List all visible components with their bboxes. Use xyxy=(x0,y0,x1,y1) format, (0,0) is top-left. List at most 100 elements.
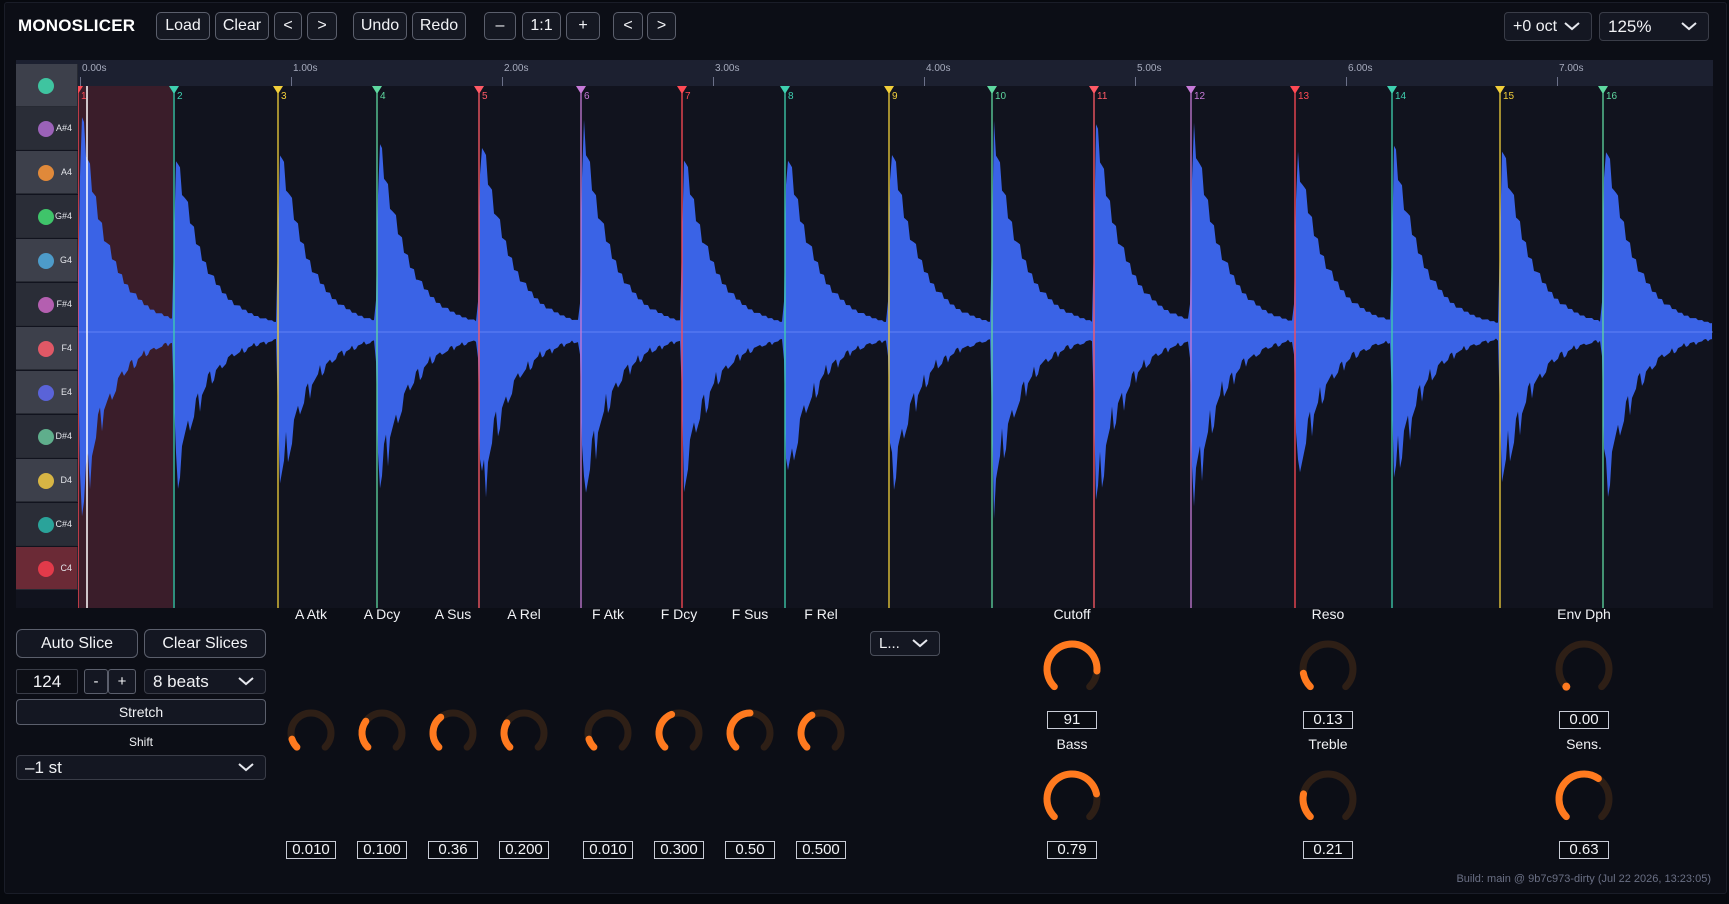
auto-slice-button[interactable]: Auto Slice xyxy=(16,629,138,658)
filter-value[interactable]: 0.63 xyxy=(1559,841,1609,859)
filter-value[interactable]: 0.00 xyxy=(1559,711,1609,729)
envelope-knob[interactable] xyxy=(426,706,480,760)
piano-key[interactable]: C4 xyxy=(16,547,78,590)
zoom-reset-button[interactable]: 1:1 xyxy=(522,12,561,40)
key-color-dot xyxy=(38,297,54,313)
envelope-value[interactable]: 0.200 xyxy=(499,841,549,859)
knob-track xyxy=(1555,640,1613,691)
piano-key[interactable]: A#4 xyxy=(16,107,78,150)
key-color-dot xyxy=(38,517,54,533)
nav-prev-button[interactable]: < xyxy=(613,12,643,40)
waveform-panel[interactable]: 0.00s 1.00s 2.00s 3.00s 4.00s 5.00s 6.00s 7.00s… xyxy=(16,60,1713,608)
slice-number: 12 xyxy=(1194,91,1206,102)
envelope-label: A Rel xyxy=(507,606,541,622)
piano-key[interactable]: G4 xyxy=(16,239,78,282)
filter-type-dropdown[interactable]: L... xyxy=(870,631,940,656)
beats-dropdown[interactable]: 8 beats xyxy=(144,669,266,694)
envelope-knob[interactable] xyxy=(794,706,848,760)
slice-number: 7 xyxy=(685,91,691,102)
envelope-knob[interactable] xyxy=(497,706,551,760)
timeline-ruler[interactable]: 0.00s 1.00s 2.00s 3.00s 4.00s 5.00s 6.00s 7.00s xyxy=(16,60,1713,86)
key-color-dot xyxy=(38,473,54,489)
piano-key[interactable]: E4 xyxy=(16,371,78,414)
envelope-knob[interactable] xyxy=(723,706,777,760)
beats-value: 8 beats xyxy=(153,671,209,691)
envelope-value[interactable]: 0.010 xyxy=(583,841,633,859)
envelope-value[interactable]: 0.50 xyxy=(725,841,775,859)
envelope-label: F Sus xyxy=(731,606,769,622)
envelope-knob[interactable] xyxy=(581,706,635,760)
filter-value[interactable]: 0.13 xyxy=(1303,711,1353,729)
envelope-label: F Atk xyxy=(592,606,624,622)
waveform-display[interactable]: 1 2 3 4 5 6 7 8 9 10 11 12 13 14 15 16 xyxy=(78,86,1713,608)
key-note-label: C4 xyxy=(60,563,72,573)
filter-label: Sens. xyxy=(1566,736,1602,752)
envelope-value[interactable]: 0.500 xyxy=(796,841,846,859)
key-color-dot xyxy=(38,165,54,181)
next-button[interactable]: > xyxy=(307,12,337,40)
timeline-tick xyxy=(502,77,503,86)
filter-knob[interactable] xyxy=(1040,637,1104,701)
envelope-label: F Rel xyxy=(804,606,838,622)
knob-value-arc xyxy=(358,717,372,751)
shift-dropdown[interactable]: –1 st xyxy=(16,755,266,780)
envelope-knob[interactable] xyxy=(652,706,706,760)
filter-knob[interactable] xyxy=(1040,767,1104,831)
envelope-value[interactable]: 0.300 xyxy=(654,841,704,859)
shift-label: Shift xyxy=(128,735,153,749)
bpm-input[interactable]: 124 xyxy=(16,669,78,694)
timeline-label: 7.00s xyxy=(1559,63,1584,74)
filter-knob[interactable] xyxy=(1552,637,1616,701)
key-note-label: G#4 xyxy=(54,211,72,221)
undo-button[interactable]: Undo xyxy=(353,12,407,40)
zoom-level-dropdown[interactable]: 125% xyxy=(1599,12,1709,41)
envelope-value[interactable]: 0.36 xyxy=(428,841,478,859)
timeline-label: 4.00s xyxy=(926,63,951,74)
knob-value-arc xyxy=(429,713,445,751)
filter-knob[interactable] xyxy=(1552,767,1616,831)
envelope-knob[interactable] xyxy=(284,706,338,760)
piano-key[interactable]: D4 xyxy=(16,459,78,502)
knob-value-arc xyxy=(288,735,301,751)
piano-key[interactable]: F4 xyxy=(16,327,78,370)
piano-key[interactable] xyxy=(16,64,78,107)
filter-value[interactable]: 0.79 xyxy=(1047,841,1097,859)
clear-button[interactable]: Clear xyxy=(215,12,269,40)
redo-button[interactable]: Redo xyxy=(412,12,466,40)
filter-type-value: L... xyxy=(879,635,900,652)
filter-knob[interactable] xyxy=(1296,637,1360,701)
chevron-down-icon xyxy=(1564,21,1580,30)
timeline-tick xyxy=(1135,77,1136,86)
knob-value-arc xyxy=(1555,770,1602,821)
bpm-increment-button[interactable]: + xyxy=(108,669,136,694)
load-button[interactable]: Load xyxy=(156,12,210,40)
zoom-in-button[interactable]: + xyxy=(566,12,600,40)
key-color-dot xyxy=(38,341,54,357)
piano-key[interactable]: G#4 xyxy=(16,195,78,238)
piano-key[interactable]: F#4 xyxy=(16,283,78,326)
filter-knob[interactable] xyxy=(1296,767,1360,831)
nav-next-button[interactable]: > xyxy=(647,12,676,40)
timeline-tick xyxy=(1557,77,1558,86)
prev-button[interactable]: < xyxy=(274,12,302,40)
piano-key[interactable]: C#4 xyxy=(16,503,78,546)
keyboard-column: A#4 A4 G#4 G4 F#4 F4 E4 D#4 D4 C#4 C4 xyxy=(16,64,78,608)
envelope-knob[interactable] xyxy=(355,706,409,760)
clear-slices-button[interactable]: Clear Slices xyxy=(144,629,266,658)
key-color-dot xyxy=(38,429,54,445)
piano-key[interactable]: D#4 xyxy=(16,415,78,458)
filter-value[interactable]: 0.21 xyxy=(1303,841,1353,859)
slice-number: 5 xyxy=(482,91,488,102)
filter-value[interactable]: 91 xyxy=(1047,711,1097,729)
timeline-tick xyxy=(291,77,292,86)
piano-key[interactable]: A4 xyxy=(16,151,78,194)
stretch-button[interactable]: Stretch xyxy=(16,699,266,725)
zoom-out-button[interactable]: – xyxy=(484,12,516,40)
envelope-value[interactable]: 0.100 xyxy=(357,841,407,859)
timeline-label: 0.00s xyxy=(82,63,107,74)
envelope-label: A Sus xyxy=(434,606,472,622)
envelope-value[interactable]: 0.010 xyxy=(286,841,336,859)
octave-dropdown[interactable]: +0 oct xyxy=(1504,12,1592,41)
knob-value-arc xyxy=(1043,640,1101,691)
bpm-decrement-button[interactable]: - xyxy=(84,669,108,694)
